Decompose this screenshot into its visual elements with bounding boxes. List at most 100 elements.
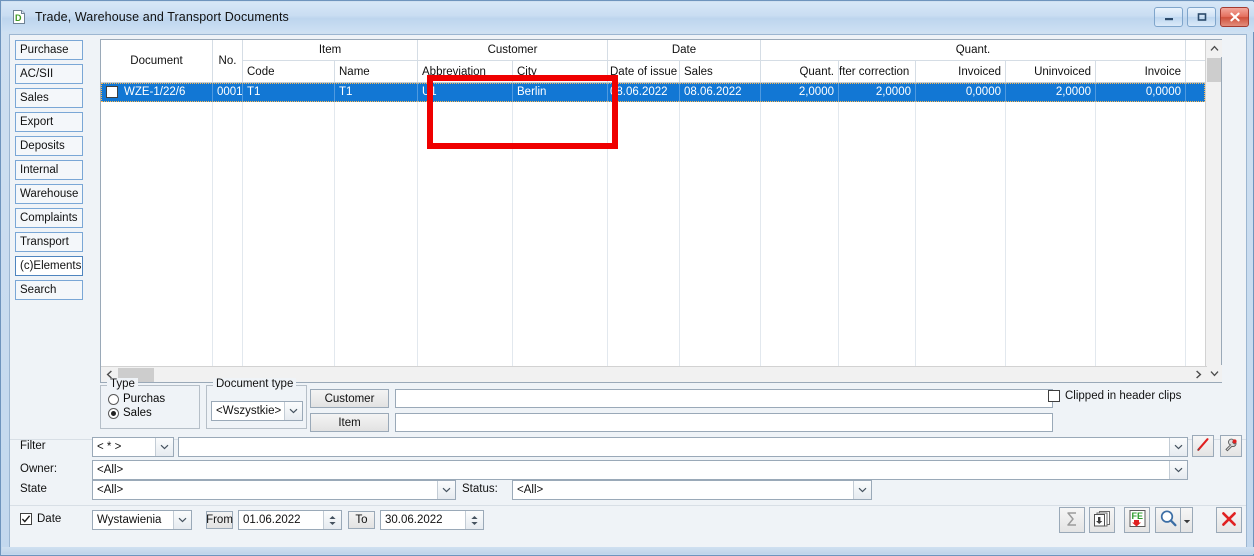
date-filter-row[interactable]: Date [20,513,61,525]
cell-no[interactable]: 0001 [213,83,243,102]
cell-quant[interactable]: 2,0000 [761,83,839,102]
cell-abbreviation[interactable]: U1 [418,83,513,102]
chevron-down-icon[interactable] [1169,438,1187,456]
grid-rows[interactable]: WZE-1/22/6 0001 T1 T1 U1 Berlin 08.06.20… [101,83,1221,381]
chevron-down-icon[interactable] [1169,461,1187,479]
customer-input[interactable] [395,389,1053,408]
document-type-select[interactable]: <Wszystkie> [211,401,303,421]
close-toolbar-button[interactable] [1216,507,1242,533]
column-header-document[interactable]: Document [101,40,213,82]
magnifier-icon [1159,509,1178,531]
table-row[interactable]: WZE-1/22/6 0001 T1 T1 U1 Berlin 08.06.20… [101,83,1205,102]
cell-blank[interactable] [1186,83,1205,102]
sidebar-item-export[interactable]: Export [15,112,83,132]
column-header-uninvoiced[interactable]: Uninvoiced [1006,61,1096,82]
cell-city[interactable]: Berlin [513,83,608,102]
close-button[interactable] [1220,7,1249,27]
radio-sales[interactable]: Sales [108,407,199,419]
sidebar-item-internal[interactable]: Internal [15,160,83,180]
from-button[interactable]: From [206,511,233,529]
cell-name[interactable]: T1 [335,83,418,102]
sum-button[interactable] [1059,507,1085,533]
sidebar-item-search[interactable]: Search [15,280,83,300]
type-group-label: Type [107,378,138,390]
item-button[interactable]: Item [310,413,389,432]
radio-sales-indicator[interactable] [108,407,119,419]
grid-column-divider [242,102,243,381]
column-header-after-correction[interactable]: fter correction [839,61,916,82]
column-header-blank[interactable] [1186,61,1205,82]
clipped-in-header-clips-row[interactable]: Clipped in header clips [1048,390,1181,402]
search-dropdown-button[interactable] [1181,507,1193,533]
column-header-sales[interactable]: Sales [680,61,761,82]
cell-uninvoiced[interactable]: 2,0000 [1006,83,1096,102]
radio-purchase-label: Purchas [123,393,166,405]
column-header-name[interactable]: Name [335,61,418,82]
column-header-invoice[interactable]: Invoice [1096,61,1186,82]
cell-date-of-issue[interactable]: 08.06.2022 [608,83,680,102]
export-button[interactable]: FE [1124,507,1150,533]
radio-purchase[interactable]: Purchas [108,393,199,405]
maximize-button[interactable] [1187,7,1216,27]
sidebar-item-ac-sii[interactable]: AC/SII [15,64,83,84]
clipped-in-header-clips-checkbox[interactable] [1048,390,1060,402]
sidebar-item-deposits[interactable]: Deposits [15,136,83,156]
column-header-invoiced[interactable]: Invoiced [916,61,1006,82]
chevron-down-icon[interactable] [284,402,302,420]
sidebar-item-transport[interactable]: Transport [15,232,83,252]
owner-select[interactable]: <All> [92,460,1188,480]
column-header-abbreviation[interactable]: Abbreviation [418,61,513,82]
copy-button[interactable] [1089,507,1115,533]
spinner-icon[interactable] [465,511,483,529]
sidebar-item-c-elements[interactable]: (c)Elements [15,256,83,276]
date-to-input[interactable]: 30.06.2022 [380,510,484,530]
cell-invoice[interactable]: 0,0000 [1096,83,1186,102]
from-label: From [206,514,233,526]
column-header-code[interactable]: Code [243,61,335,82]
cell-sales[interactable]: 08.06.2022 [680,83,761,102]
date-from-input[interactable]: 01.06.2022 [238,510,342,530]
scroll-up-icon[interactable] [1206,40,1222,57]
spinner-icon[interactable] [323,511,341,529]
documents-grid[interactable]: Document No. Item Customer Date Quant. C… [100,39,1222,383]
column-header-quant[interactable]: Quant. [761,61,839,82]
row-checkbox[interactable] [106,86,118,98]
scroll-down-icon[interactable] [1206,365,1222,382]
customer-button[interactable]: Customer [310,389,389,408]
minimize-button[interactable] [1154,7,1183,27]
search-button[interactable] [1155,507,1181,533]
sidebar-item-warehouse[interactable]: Warehouse [15,184,83,204]
document-type-label: Document type [213,378,297,390]
sidebar-item-purchase[interactable]: Purchase [15,40,83,60]
chevron-down-icon[interactable] [173,511,191,529]
cell-after-correction[interactable]: 2,0000 [839,83,916,102]
edit-filter-button[interactable] [1192,435,1214,457]
state-select[interactable]: <All> [92,480,456,500]
status-select[interactable]: <All> [512,480,872,500]
filter-select[interactable]: < * > [92,437,174,457]
header-label: Date [671,44,697,56]
cell-document[interactable]: WZE-1/22/6 [101,83,213,102]
grid-vertical-scrollbar[interactable] [1205,40,1222,382]
scroll-right-icon[interactable] [1190,367,1207,383]
sidebar-item-label: (c)Elements [20,260,82,272]
chevron-down-icon[interactable] [853,481,871,499]
item-input[interactable] [395,413,1053,432]
filter-settings-button[interactable] [1220,435,1242,457]
cell-code[interactable]: T1 [243,83,335,102]
chevron-down-icon[interactable] [155,438,173,456]
sidebar-item-label: Internal [20,164,59,176]
cell-invoiced[interactable]: 0,0000 [916,83,1006,102]
chevron-down-icon[interactable] [437,481,455,499]
vertical-scroll-thumb[interactable] [1207,58,1221,82]
date-checkbox[interactable] [20,513,32,525]
column-header-city[interactable]: City [513,61,608,82]
sidebar-item-sales[interactable]: Sales [15,88,83,108]
radio-purchase-indicator[interactable] [108,393,119,405]
filter-text-input[interactable] [178,437,1188,457]
to-button[interactable]: To [348,511,375,529]
date-kind-select[interactable]: Wystawienia [92,510,192,530]
column-header-no[interactable]: No. [213,40,243,82]
column-header-date-of-issue[interactable]: Date of issue [608,61,680,82]
sidebar-item-complaints[interactable]: Complaints [15,208,83,228]
